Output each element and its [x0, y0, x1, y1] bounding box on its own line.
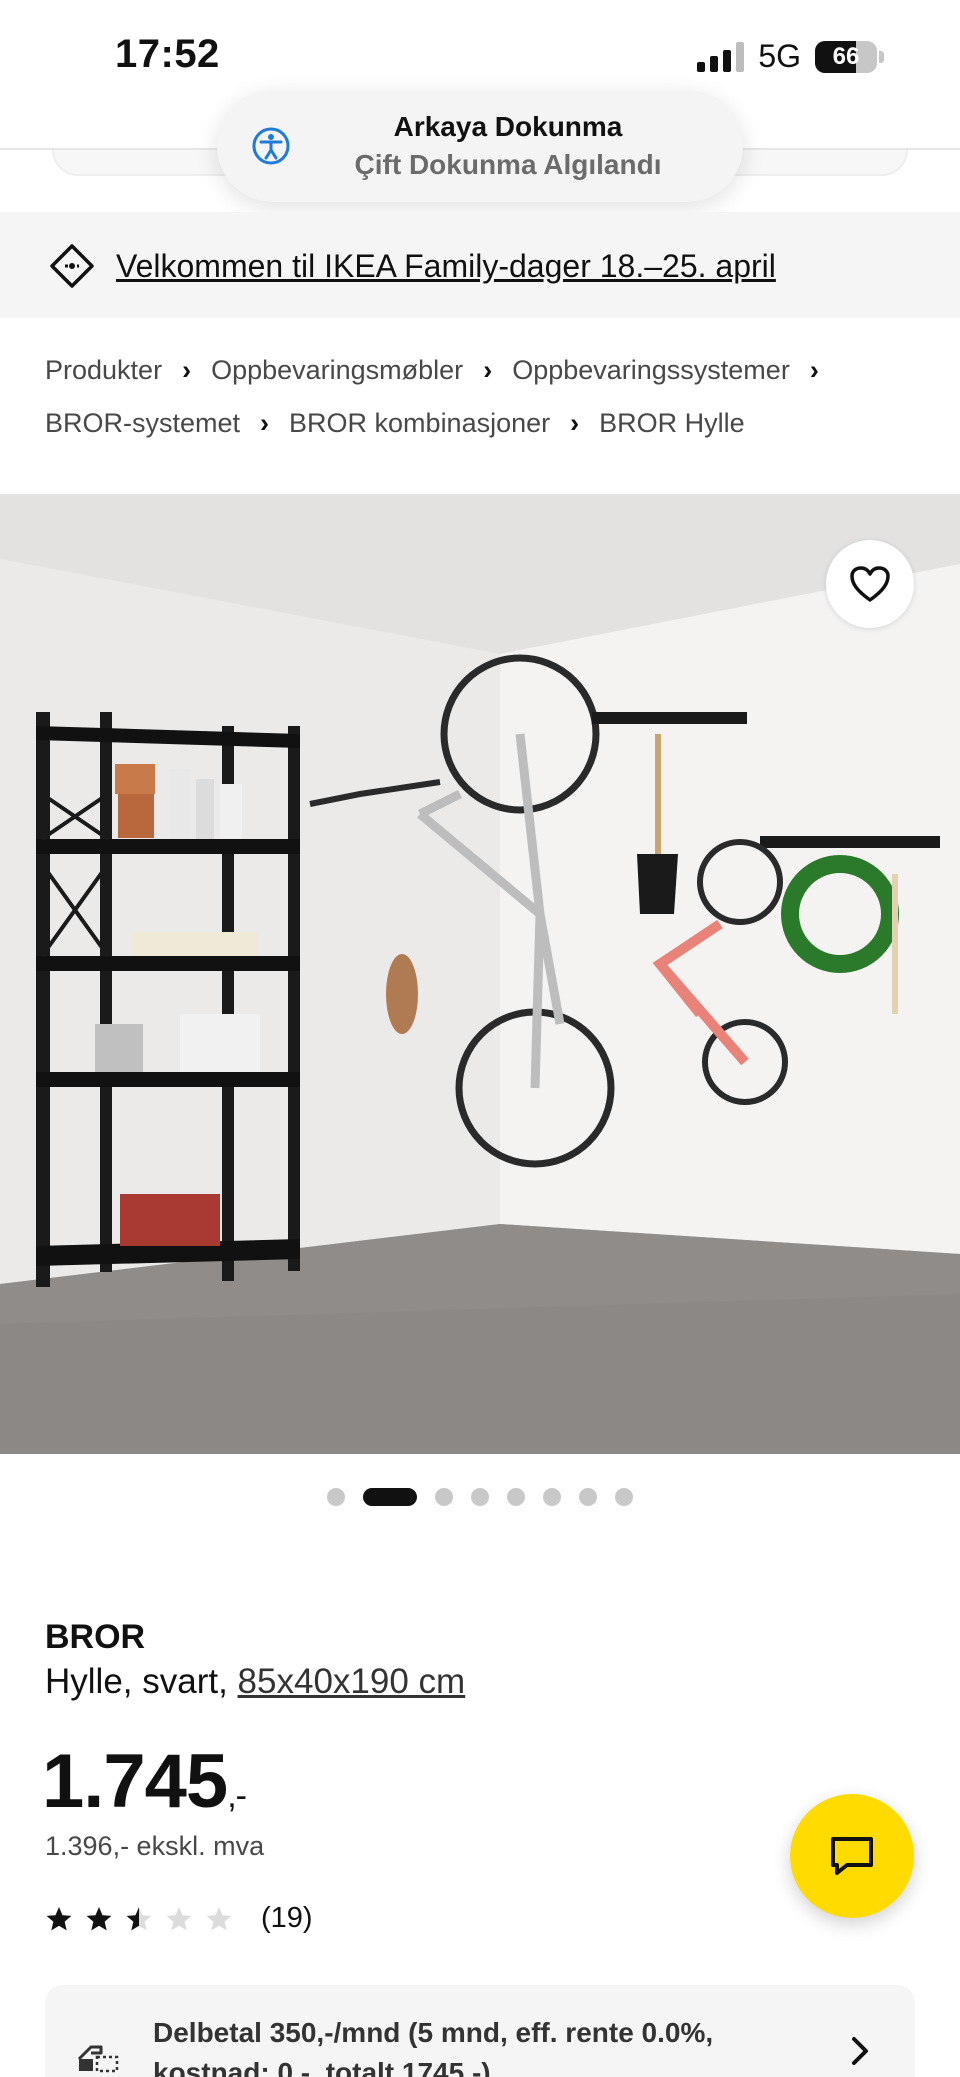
toast-text: Arkaya Dokunma Çift Dokunma Algılandı [313, 108, 703, 184]
breadcrumb-separator: › [182, 355, 192, 385]
network-type: 5G [758, 38, 801, 74]
carousel-dot[interactable] [435, 1488, 453, 1506]
breadcrumb-item-oppbevaringssystemer[interactable]: Oppbevaringssystemer [512, 355, 790, 385]
breadcrumb-item-bror-hylle[interactable]: BROR Hylle [599, 408, 745, 438]
breadcrumb-separator: › [260, 408, 270, 438]
breadcrumb-item-bror-systemet[interactable]: BROR-systemet [45, 408, 240, 438]
toast-subtitle: Çift Dokunma Algılandı [354, 149, 662, 180]
chevron-right-icon [852, 2037, 868, 2065]
cellular-signal-icon [697, 41, 745, 72]
carousel-dots [0, 1488, 960, 1506]
accessibility-toast: Arkaya Dokunma Çift Dokunma Algılandı [217, 90, 743, 202]
favorite-button[interactable] [826, 540, 914, 628]
price-suffix: ,- [227, 1777, 247, 1815]
breadcrumb-separator: › [483, 355, 493, 385]
carousel-dot-active[interactable] [363, 1488, 417, 1506]
price-ex-vat: 1.396,- ekskl. mva [45, 1831, 265, 1861]
carousel-dot[interactable] [615, 1488, 633, 1506]
rating-count[interactable]: (19) [261, 1902, 313, 1935]
chat-icon [831, 1837, 873, 1875]
rating-stars [45, 1905, 233, 1933]
star-icon [166, 1906, 192, 1930]
product-description-text: Hylle, svart, [45, 1662, 228, 1701]
chat-button[interactable] [790, 1794, 914, 1918]
carousel-dot[interactable] [579, 1488, 597, 1506]
toast-title: Arkaya Dokunma [393, 111, 623, 142]
star-icon [46, 1906, 72, 1930]
status-time: 17:52 [115, 32, 220, 76]
breadcrumb-item-bror-kombinasjoner[interactable]: BROR kombinasjoner [289, 408, 550, 438]
product-description: Hylle, svart, 85x40x190 cm [45, 1662, 465, 1702]
installment-text: Delbetal 350,-/mnd (5 mnd, eff. rente 0.… [153, 2017, 714, 2077]
battery-level: 66 [832, 42, 860, 70]
star-icon [126, 1906, 152, 1930]
product-size-link[interactable]: 85x40x190 cm [238, 1662, 466, 1701]
price-main: 1.745 [42, 1739, 228, 1824]
accessibility-icon [252, 127, 290, 165]
breadcrumb-separator: › [809, 355, 819, 385]
breadcrumb-separator: › [570, 408, 580, 438]
installment-card[interactable]: Delbetal 350,-/mnd (5 mnd, eff. rente 0.… [45, 1985, 915, 2077]
product-name: BROR [45, 1618, 146, 1656]
promo-link[interactable]: Velkommen til IKEA Family-dager 18.–25. … [116, 248, 776, 285]
product-rating[interactable]: (19) [45, 1902, 313, 1935]
battery-tip [879, 50, 884, 63]
promo-banner[interactable]: Velkommen til IKEA Family-dager 18.–25. … [0, 212, 960, 318]
status-indicators: 5G 66 [697, 38, 884, 75]
star-icon [86, 1906, 112, 1930]
carousel-dot[interactable] [543, 1488, 561, 1506]
carousel-dot[interactable] [507, 1488, 525, 1506]
battery-icon: 66 [815, 40, 877, 73]
star-icon [206, 1906, 232, 1930]
product-image[interactable] [0, 494, 960, 1454]
product-photo [0, 494, 960, 1454]
breadcrumb-item-oppbevaringsmobler[interactable]: Oppbevaringsmøbler [211, 355, 463, 385]
product-price: 1.745,- [42, 1738, 247, 1825]
heart-icon [850, 566, 890, 602]
carousel-dot[interactable] [471, 1488, 489, 1506]
breadcrumb-item-produkter[interactable]: Produkter [45, 355, 162, 385]
breadcrumb: Produkter › Oppbevaringsmøbler › Oppbevaring… [45, 344, 925, 450]
payment-icon [77, 2045, 119, 2073]
family-tag-icon [50, 244, 94, 288]
carousel-dot[interactable] [327, 1488, 345, 1506]
